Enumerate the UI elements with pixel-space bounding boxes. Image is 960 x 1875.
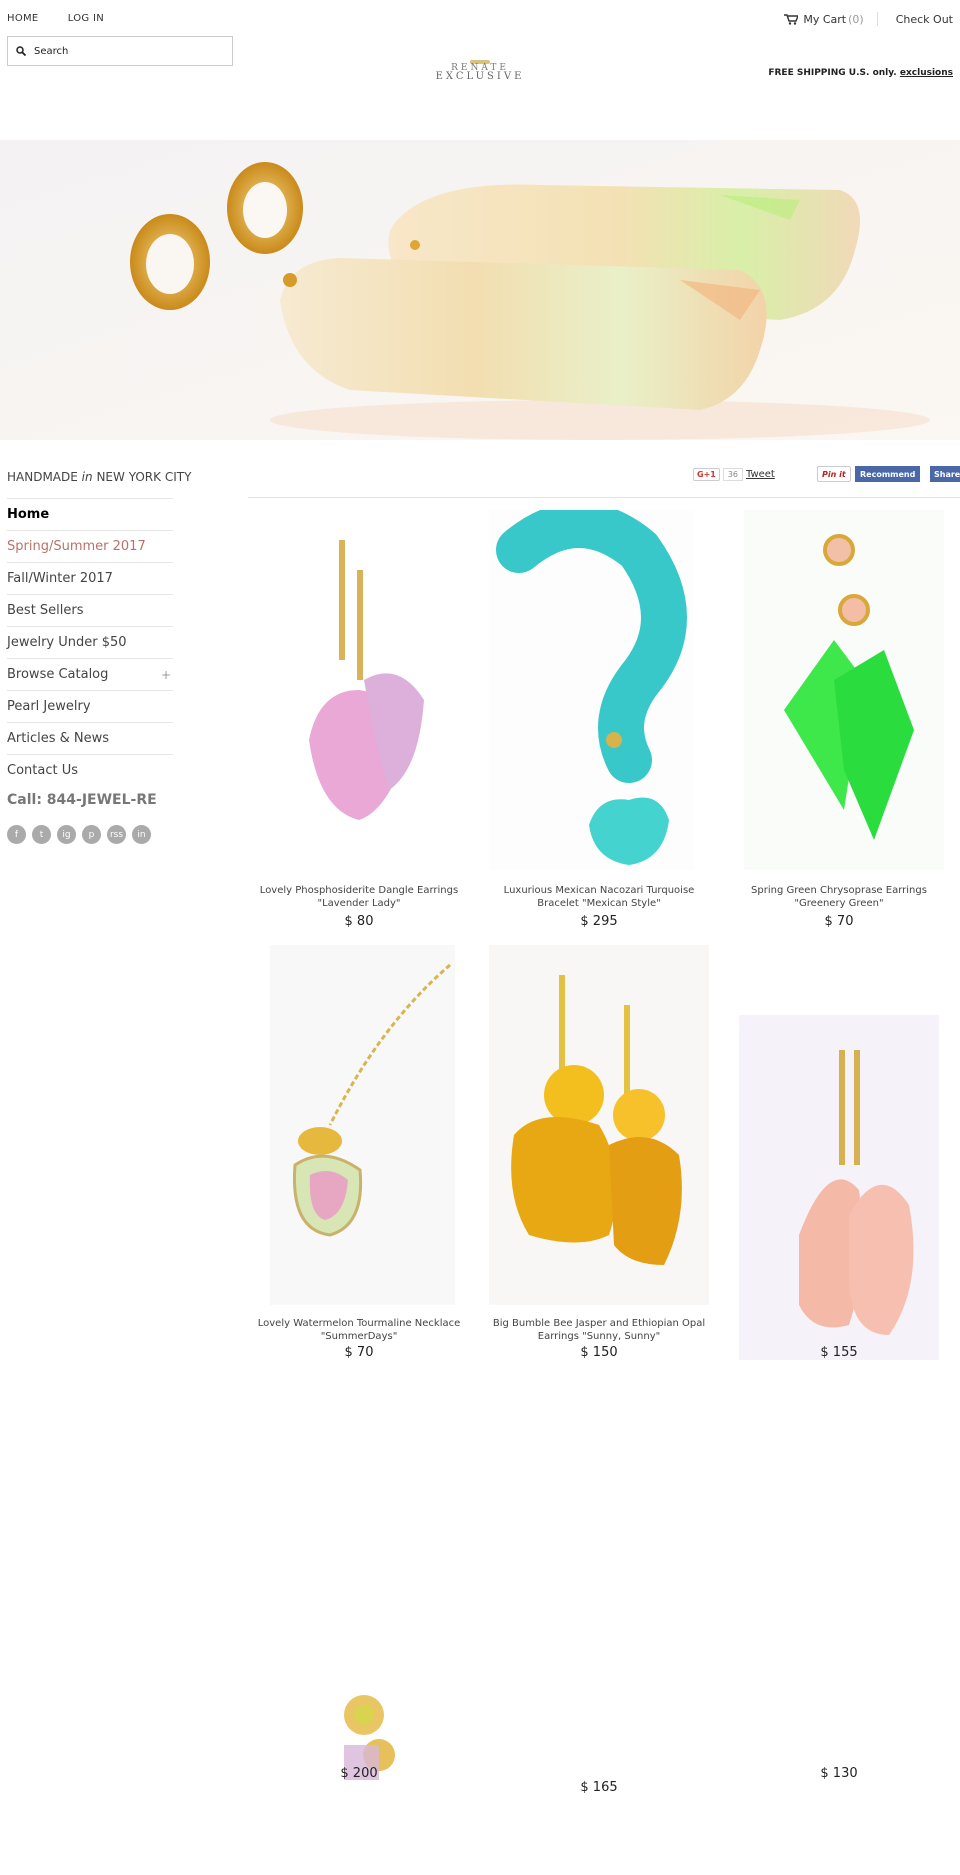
tweet-button[interactable]: Tweet	[746, 466, 775, 482]
nav-label: Contact Us	[7, 763, 78, 778]
hero-banner-image[interactable]	[0, 140, 960, 440]
gplus-widget: G+1 36	[693, 466, 744, 482]
product-price: $ 155	[820, 1345, 858, 1360]
shipping-text: FREE SHIPPING U.S. only.	[768, 68, 897, 78]
product-price: $ 295	[580, 914, 618, 929]
product-price: $ 165	[580, 1780, 618, 1795]
expand-icon[interactable]: +	[161, 668, 171, 682]
product-card[interactable]: Spring Green Chrysoprase Earrings "Green…	[724, 510, 954, 929]
cart-link[interactable]: My Cart	[803, 13, 846, 26]
logo-line2: EXCLUSIVE	[435, 71, 525, 82]
divider	[876, 12, 878, 26]
checkout-link[interactable]: Check Out	[896, 13, 953, 26]
instagram-icon[interactable]: ig	[57, 825, 76, 844]
nav-label: Fall/Winter 2017	[7, 571, 113, 586]
nav-item-browse-catalog[interactable]: Browse Catalog +	[7, 658, 173, 690]
exclusions-link[interactable]: exclusions	[900, 68, 953, 78]
home-link[interactable]: HOME	[7, 13, 39, 24]
product-card[interactable]: $ 155	[724, 945, 954, 1365]
login-link[interactable]: LOG IN	[68, 13, 104, 24]
product-image[interactable]	[289, 510, 429, 870]
product-image[interactable]	[270, 945, 455, 1305]
product-price: $ 130	[820, 1766, 858, 1781]
product-title[interactable]: Lovely Phosphosiderite Dangle Earrings "…	[244, 884, 474, 910]
shipping-notice: FREE SHIPPING U.S. only. exclusions	[768, 68, 953, 78]
product-card[interactable]: $ 200	[244, 1690, 474, 1790]
nav-item-spring-summer[interactable]: Spring/Summer 2017	[7, 530, 173, 562]
divider	[248, 497, 960, 498]
linkedin-icon[interactable]: in	[132, 825, 151, 844]
product-price: $ 70	[344, 1345, 374, 1360]
site-logo[interactable]: RENATE EXCLUSIVE	[400, 60, 560, 82]
twitter-icon[interactable]: t	[32, 825, 51, 844]
social-icons: f t ig p rss in	[7, 825, 157, 844]
nav-item-contact-us[interactable]: Contact Us	[7, 754, 173, 786]
nav-item-best-sellers[interactable]: Best Sellers	[7, 594, 173, 626]
product-price: $ 200	[340, 1766, 378, 1781]
nav-item-home[interactable]: Home	[7, 498, 173, 530]
product-image[interactable]	[739, 1015, 939, 1360]
nav-label: Browse Catalog	[7, 667, 109, 682]
sidebar-nav: Home Spring/Summer 2017 Fall/Winter 2017…	[7, 498, 173, 786]
search-icon	[16, 46, 26, 56]
call-phone: Call: 844-JEWEL-RE	[7, 792, 157, 808]
product-card[interactable]: Lovely Watermelon Tourmaline Necklace "S…	[244, 945, 474, 1365]
rss-icon[interactable]: rss	[107, 825, 126, 844]
tagline-mid: in	[81, 470, 93, 484]
product-title[interactable]: Big Bumble Bee Jasper and Ethiopian Opal…	[484, 1317, 714, 1343]
tagline-pre: HANDMADE	[7, 470, 78, 484]
tagline-post: NEW YORK CITY	[96, 470, 192, 484]
gplus-button[interactable]: G+1	[693, 467, 720, 481]
nav-label: Home	[7, 507, 50, 522]
pinterest-icon[interactable]: p	[82, 825, 101, 844]
cart-icon[interactable]	[784, 14, 800, 25]
nav-item-fall-winter[interactable]: Fall/Winter 2017	[7, 562, 173, 594]
product-image[interactable]	[744, 510, 944, 870]
product-price: $ 70	[824, 914, 854, 929]
facebook-icon[interactable]: f	[7, 825, 26, 844]
product-card[interactable]: Luxurious Mexican Nacozari Turquoise Bra…	[484, 510, 714, 929]
product-card[interactable]: $ 165	[484, 1690, 714, 1800]
product-card[interactable]: Big Bumble Bee Jasper and Ethiopian Opal…	[484, 945, 714, 1365]
nav-label: Pearl Jewelry	[7, 699, 91, 714]
product-card[interactable]: Lovely Phosphosiderite Dangle Earrings "…	[244, 510, 474, 929]
product-image[interactable]	[489, 510, 694, 870]
product-title[interactable]: Lovely Watermelon Tourmaline Necklace "S…	[244, 1317, 474, 1343]
nav-label: Articles & News	[7, 731, 110, 746]
pin-it-button[interactable]: Pin it	[817, 466, 851, 482]
product-image[interactable]	[489, 945, 709, 1305]
product-title[interactable]: Luxurious Mexican Nacozari Turquoise Bra…	[484, 884, 714, 910]
product-title[interactable]: Spring Green Chrysoprase Earrings "Green…	[724, 884, 954, 910]
nav-item-pearl-jewelry[interactable]: Pearl Jewelry	[7, 690, 173, 722]
search-input[interactable]: Search	[7, 36, 233, 66]
nav-label: Best Sellers	[7, 603, 84, 618]
fb-recommend-button[interactable]: Recommend	[855, 466, 921, 482]
nav-item-articles-news[interactable]: Articles & News	[7, 722, 173, 754]
top-bar: HOME LOG IN My Cart (0) Check Out	[0, 0, 960, 36]
nav-item-under-50[interactable]: Jewelry Under $50	[7, 626, 173, 658]
search-placeholder: Search	[34, 45, 69, 57]
product-card[interactable]: $ 130	[724, 1690, 954, 1790]
tagline: HANDMADE in NEW YORK CITY	[7, 470, 191, 484]
product-price: $ 80	[344, 914, 374, 929]
nav-label: Spring/Summer 2017	[7, 539, 146, 554]
nav-label: Jewelry Under $50	[7, 635, 127, 650]
fb-share-button[interactable]: Share	[930, 466, 960, 482]
cart-count: (0)	[848, 12, 864, 26]
gplus-count: 36	[722, 467, 744, 481]
product-price: $ 150	[580, 1345, 618, 1360]
